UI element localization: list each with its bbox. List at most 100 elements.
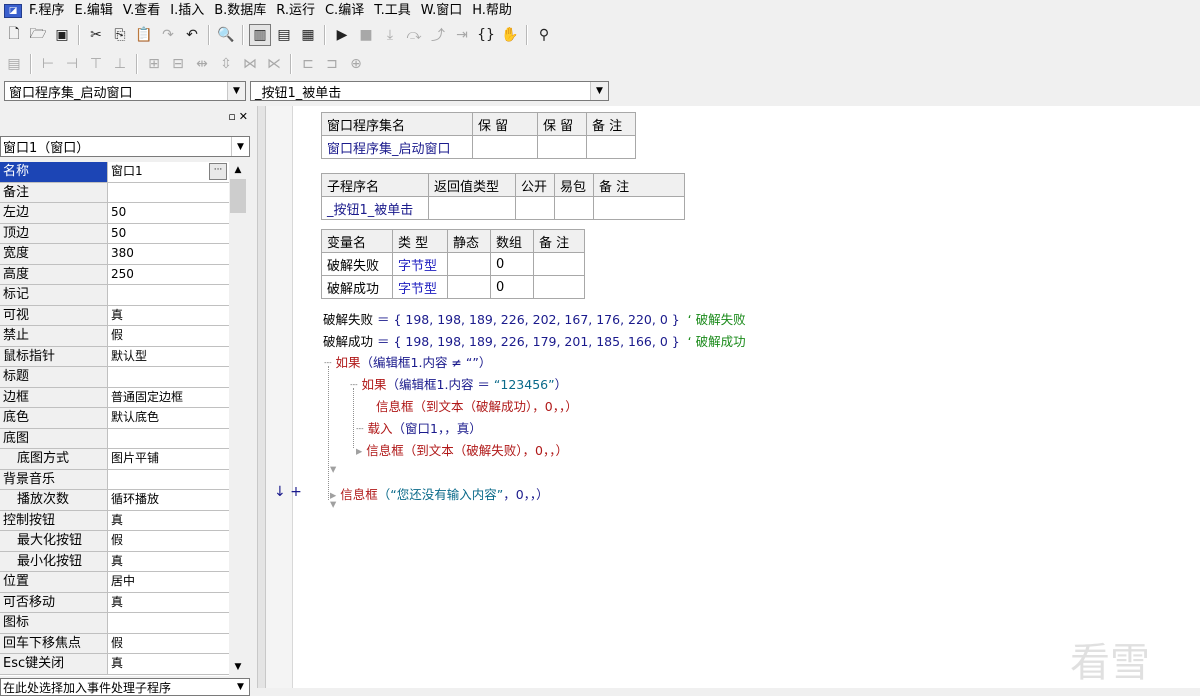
property-value[interactable]: 380: [108, 244, 229, 264]
property-value[interactable]: [108, 470, 229, 490]
table-cell[interactable]: [447, 252, 491, 276]
chevron-down-icon[interactable]: ▼: [231, 137, 249, 156]
property-value[interactable]: 假: [108, 326, 229, 346]
property-row[interactable]: 最小化按钮真: [0, 551, 229, 572]
hand-icon[interactable]: ✋: [499, 24, 521, 46]
code-line-7[interactable]: ▸ 信息框（到文本（破解失败），0，，）: [356, 440, 568, 459]
binoculars-icon[interactable]: ⚲: [533, 24, 555, 46]
property-value[interactable]: [108, 183, 229, 203]
center-in-form-v-icon[interactable]: ⊐: [321, 53, 343, 75]
same-height-icon[interactable]: ⇳: [215, 53, 237, 75]
undo-icon[interactable]: ↶: [181, 24, 203, 46]
breakpoint-icon[interactable]: {}: [475, 24, 497, 46]
variable-type-cell[interactable]: 字节型: [392, 275, 448, 299]
panel-splitter[interactable]: [257, 106, 266, 688]
property-row[interactable]: 底图: [0, 428, 229, 449]
copy-icon[interactable]: ⎘: [109, 24, 131, 46]
table-cell[interactable]: [586, 135, 636, 159]
property-row[interactable]: 播放次数 循环播放: [0, 490, 229, 511]
property-value[interactable]: 假: [108, 531, 229, 551]
property-value[interactable]: 真: [108, 552, 229, 572]
table-cell[interactable]: [533, 275, 585, 299]
code-line-2[interactable]: 破解成功 ＝ { 198, 198, 189, 226, 179, 201, 1…: [323, 331, 746, 350]
center-vertical-icon[interactable]: ⊟: [167, 53, 189, 75]
chevron-down-icon[interactable]: ▼: [590, 82, 608, 100]
table-cell[interactable]: [537, 135, 587, 159]
run-to-cursor-icon[interactable]: ⇥: [451, 24, 473, 46]
space-horizontal-icon[interactable]: ⋈: [239, 53, 261, 75]
panel-view-icon[interactable]: ▦: [297, 24, 319, 46]
variable-name-cell[interactable]: 破解失败: [321, 252, 393, 276]
menu-edit[interactable]: E.编辑: [72, 0, 120, 21]
same-width-icon[interactable]: ⇹: [191, 53, 213, 75]
property-value[interactable]: 50: [108, 224, 229, 244]
property-row[interactable]: 可视真: [0, 305, 229, 326]
subroutine-name-cell[interactable]: _按钮1_被单击: [321, 196, 429, 220]
menu-insert[interactable]: I.插入: [167, 0, 211, 21]
property-value[interactable]: 默认底色: [108, 408, 229, 428]
editor-hscroll[interactable]: [266, 680, 326, 688]
code-line-6[interactable]: ┄ 载入（窗口1，，真）: [356, 418, 482, 437]
new-file-icon[interactable]: 🗋: [3, 24, 25, 46]
property-row[interactable]: 高度 250: [0, 264, 229, 285]
variable-name-cell[interactable]: 破解成功: [321, 275, 393, 299]
table-cell[interactable]: [515, 196, 555, 220]
property-row[interactable]: 标题: [0, 367, 229, 388]
scroll-down-icon[interactable]: ▼: [229, 659, 247, 676]
table-cell[interactable]: [533, 252, 585, 276]
property-value[interactable]: 真: [108, 306, 229, 326]
property-row[interactable]: 图标: [0, 613, 229, 634]
property-row[interactable]: 宽度 380: [0, 244, 229, 265]
property-value[interactable]: 循环播放: [108, 490, 229, 510]
scroll-thumb[interactable]: [230, 179, 246, 213]
code-line-4[interactable]: ┄ 如果（编辑框1.内容 ＝ “123456”）: [350, 374, 567, 393]
align-bottom-icon[interactable]: ⊥: [109, 53, 131, 75]
redo-icon[interactable]: ↷: [157, 24, 179, 46]
step-into-icon[interactable]: ⤓: [379, 24, 401, 46]
variable-type-cell[interactable]: 字节型: [392, 252, 448, 276]
menu-help[interactable]: H.帮助: [469, 0, 519, 21]
table-cell[interactable]: 0: [490, 252, 534, 276]
align-right-icon[interactable]: ⊣: [61, 53, 83, 75]
code-line-1[interactable]: 破解失败 ＝ { 198, 198, 189, 226, 202, 167, 1…: [323, 309, 746, 328]
menu-file[interactable]: F.程序: [26, 0, 72, 21]
stop-icon[interactable]: ■: [355, 24, 377, 46]
property-row[interactable]: 底色 默认底色: [0, 408, 229, 429]
property-row[interactable]: 可否移动真: [0, 592, 229, 613]
scroll-up-icon[interactable]: ▲: [229, 162, 247, 179]
menu-window[interactable]: W.窗口: [418, 0, 470, 21]
property-row[interactable]: 左边 50: [0, 203, 229, 224]
assembly-name-cell[interactable]: 窗口程序集_启动窗口: [321, 135, 473, 159]
layout-view-icon[interactable]: ▥: [249, 24, 271, 46]
code-line-8[interactable]: ▸ 信息框（“您还没有输入内容”，0，，）: [330, 484, 549, 503]
property-value[interactable]: 居中: [108, 572, 229, 592]
property-row[interactable]: 禁止假: [0, 326, 229, 347]
property-row[interactable]: 回车下移焦点假: [0, 633, 229, 654]
gutter-marks[interactable]: ↓ +: [274, 484, 302, 500]
table-cell[interactable]: [593, 196, 685, 220]
align-top-icon[interactable]: ⊤: [85, 53, 107, 75]
property-row[interactable]: 备注: [0, 182, 229, 203]
property-value[interactable]: [108, 429, 229, 449]
assembly-selector[interactable]: 窗口程序集_启动窗口 ▼: [4, 81, 246, 101]
open-folder-icon[interactable]: 🗁: [27, 24, 49, 46]
property-value[interactable]: 假: [108, 634, 229, 654]
property-value[interactable]: 图片平铺: [108, 449, 229, 469]
subroutine-selector[interactable]: _按钮1_被单击 ▼: [250, 81, 609, 101]
property-row[interactable]: 控制按钮真: [0, 510, 229, 531]
property-row[interactable]: 背景音乐: [0, 469, 229, 490]
property-row[interactable]: 底图方式 图片平铺: [0, 449, 229, 470]
property-value[interactable]: [108, 613, 229, 633]
chevron-down-icon[interactable]: ▼: [227, 82, 245, 100]
paste-icon[interactable]: 📋: [133, 24, 155, 46]
property-value[interactable]: [108, 285, 229, 305]
ellipsis-icon[interactable]: ···: [209, 163, 227, 180]
property-row[interactable]: 顶边 50: [0, 223, 229, 244]
align-left-icon[interactable]: ⊢: [37, 53, 59, 75]
property-row[interactable]: 名称 窗口1 ···: [0, 162, 229, 183]
property-scrollbar[interactable]: ▲ ▼: [229, 162, 247, 676]
property-value[interactable]: 普通固定边框: [108, 388, 229, 408]
property-value[interactable]: 真: [108, 511, 229, 531]
table-cell[interactable]: [554, 196, 594, 220]
object-selector[interactable]: 窗口1（窗口） ▼: [0, 136, 250, 157]
